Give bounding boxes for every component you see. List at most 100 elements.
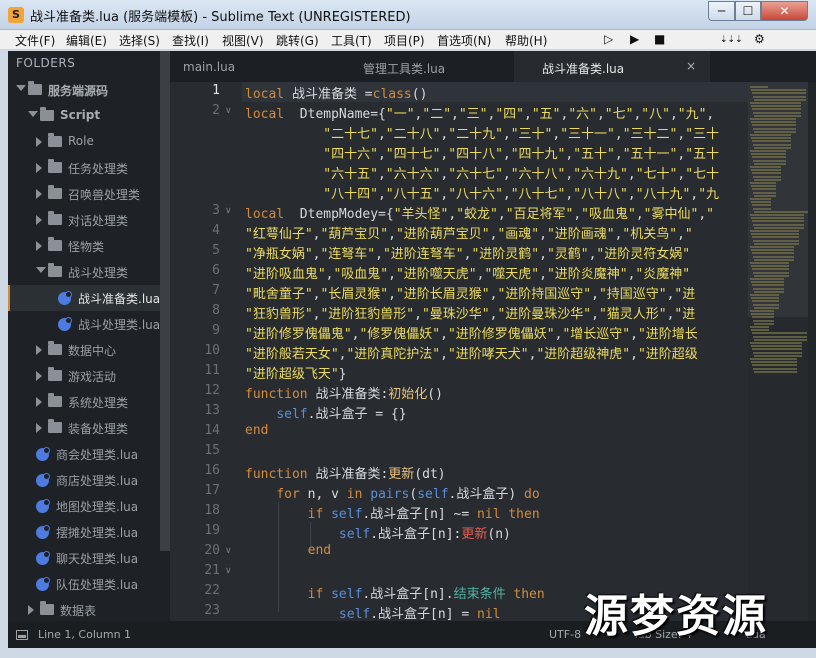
active-file-marker <box>8 285 10 311</box>
sidebar-folder-12[interactable]: 系统处理类 <box>8 389 160 415</box>
minimap[interactable] <box>748 82 809 621</box>
tab-manage-tools[interactable]: 管理工具类.lua <box>342 51 514 82</box>
play-icon[interactable]: ▶ <box>630 32 639 46</box>
chevron-right-icon[interactable] <box>36 345 42 355</box>
panel-toggle-icon[interactable] <box>16 630 28 640</box>
fold-chevron-icon[interactable]: ∨ <box>225 566 232 576</box>
chevron-down-icon[interactable] <box>28 111 38 117</box>
minimap-line <box>750 246 794 248</box>
menu-project[interactable]: 项目(P) <box>384 32 425 49</box>
code-line: "四十六","四十七","四十八","四十九","五十","五十一","五十 <box>323 147 720 162</box>
sidebar-folder-10[interactable]: 数据中心 <box>8 337 160 363</box>
code-line: "进阶般若天女","进阶真陀护法","进阶哮天犬","进阶超级神虎","进阶超级 <box>245 347 698 362</box>
sidebar-item-label: 对话处理类 <box>68 214 129 228</box>
maximize-button[interactable]: ☐ <box>735 1 761 21</box>
minimap-line <box>754 178 781 181</box>
fold-chevron-icon[interactable]: ∨ <box>225 546 232 556</box>
chevron-down-icon[interactable] <box>16 85 26 91</box>
menu-tools[interactable]: 工具(T) <box>331 32 372 49</box>
chevron-right-icon[interactable] <box>36 371 42 381</box>
sidebar-item-label: 商店处理类.lua <box>56 474 139 488</box>
minimap-line <box>753 239 799 242</box>
sidebar-folder-20[interactable]: 数据表 <box>8 597 160 621</box>
menu-goto[interactable]: 跳转(G) <box>276 32 319 49</box>
menu-view[interactable]: 视图(V) <box>222 32 264 49</box>
minimap-line <box>751 361 797 364</box>
minimap-line <box>751 281 784 284</box>
chevron-right-icon[interactable] <box>36 163 42 173</box>
sidebar-scrollbar[interactable] <box>160 51 170 551</box>
sidebar-folder-7[interactable]: 战斗处理类 <box>8 259 160 285</box>
sidebar-folder-0[interactable]: 服务端源码 <box>8 77 160 103</box>
sidebar-folder-4[interactable]: 召唤兽处理类 <box>8 181 160 207</box>
line-number: 1 <box>212 83 220 98</box>
sidebar-folder-13[interactable]: 装备处理类 <box>8 415 160 441</box>
lua-file-icon <box>58 317 72 331</box>
line-number: 15 <box>204 443 220 458</box>
code-line: "毗舍童子","长眉灵猴","进阶长眉灵猴","进阶持国巡守","持国巡守","… <box>245 287 696 302</box>
tab-close-icon[interactable]: × <box>686 59 696 73</box>
sidebar-folder-2[interactable]: Role <box>8 129 160 155</box>
menu-help[interactable]: 帮助(H) <box>505 32 547 49</box>
chevron-right-icon[interactable] <box>36 241 42 251</box>
line-number: 9 <box>212 323 220 338</box>
editor-scrollbar[interactable] <box>808 82 816 621</box>
fold-chevron-icon[interactable]: ∨ <box>225 106 232 116</box>
line-number: 4 <box>212 223 220 238</box>
encoding-indicator[interactable]: UTF-8 <box>549 628 581 641</box>
minimap-line <box>750 198 771 200</box>
code-editor[interactable]: 1234567891011121314151617181920212223242… <box>170 82 816 621</box>
minimap-line <box>750 150 786 152</box>
sidebar-folder-5[interactable]: 对话处理类 <box>8 207 160 233</box>
sidebar-file-15[interactable]: 商店处理类.lua <box>8 467 160 493</box>
folder-icon <box>48 159 62 173</box>
minimap-line <box>752 188 776 191</box>
play-outline-icon[interactable]: ▷ <box>604 32 613 46</box>
minimap-line <box>754 322 774 325</box>
sidebar-folder-11[interactable]: 游戏活动 <box>8 363 160 389</box>
chevron-right-icon[interactable] <box>36 137 42 147</box>
menu-selection[interactable]: 选择(S) <box>119 32 160 49</box>
sidebar-file-8[interactable]: 战斗准备类.lua <box>8 285 160 311</box>
chevron-right-icon[interactable] <box>36 423 42 433</box>
sidebar-file-16[interactable]: 地图处理类.lua <box>8 493 160 519</box>
settings-icon[interactable]: ⚙ <box>754 32 765 46</box>
minimize-button[interactable]: ─ <box>708 1 735 21</box>
minimap-line <box>752 332 807 335</box>
minimap-line <box>753 255 794 258</box>
line-number: 10 <box>204 343 220 358</box>
sidebar-file-17[interactable]: 摆摊处理类.lua <box>8 519 160 545</box>
minimap-line <box>753 111 801 114</box>
sidebar-file-9[interactable]: 战斗处理类.lua <box>8 311 160 337</box>
sidebar-file-14[interactable]: 商会处理类.lua <box>8 441 160 467</box>
sidebar-file-19[interactable]: 队伍处理类.lua <box>8 571 160 597</box>
menu-preferences[interactable]: 首选项(N) <box>437 32 491 49</box>
build-icon[interactable]: ⇣⇣⇣ <box>720 35 743 45</box>
menu-find[interactable]: 查找(I) <box>172 32 209 49</box>
sidebar-folder-3[interactable]: 任务处理类 <box>8 155 160 181</box>
sidebar-folder-1[interactable]: Script <box>8 103 160 129</box>
folder-icon <box>48 341 62 355</box>
tab-main-lua[interactable]: main.lua <box>170 51 342 82</box>
tab-battle-prep[interactable]: 战斗准备类.lua × <box>514 51 710 82</box>
chevron-down-icon[interactable] <box>36 267 46 273</box>
window-title: 战斗准备类.lua (服务端模板) - Sublime Text (UNREGI… <box>30 10 411 25</box>
sidebar-file-18[interactable]: 聊天处理类.lua <box>8 545 160 571</box>
code-line: function 战斗准备类:更新(dt) <box>245 467 446 482</box>
chevron-right-icon[interactable] <box>28 605 34 615</box>
code-line: "八十四","八十五","八十六","八十七","八十八","八十九","九 <box>323 187 720 202</box>
minimap-line <box>753 303 779 306</box>
close-window-button[interactable]: ✕ <box>761 1 808 21</box>
chevron-right-icon[interactable] <box>36 215 42 225</box>
sidebar-item-label: Role <box>68 134 94 148</box>
window-frame-left <box>0 51 8 648</box>
folder-icon <box>40 107 54 121</box>
menu-edit[interactable]: 编辑(E) <box>66 32 107 49</box>
chevron-right-icon[interactable] <box>36 189 42 199</box>
minimap-line <box>752 140 791 143</box>
sidebar-folder-6[interactable]: 怪物类 <box>8 233 160 259</box>
fold-chevron-icon[interactable]: ∨ <box>225 206 232 216</box>
menu-file[interactable]: 文件(F) <box>15 32 55 49</box>
chevron-right-icon[interactable] <box>36 397 42 407</box>
stop-icon[interactable]: ■ <box>654 32 665 46</box>
